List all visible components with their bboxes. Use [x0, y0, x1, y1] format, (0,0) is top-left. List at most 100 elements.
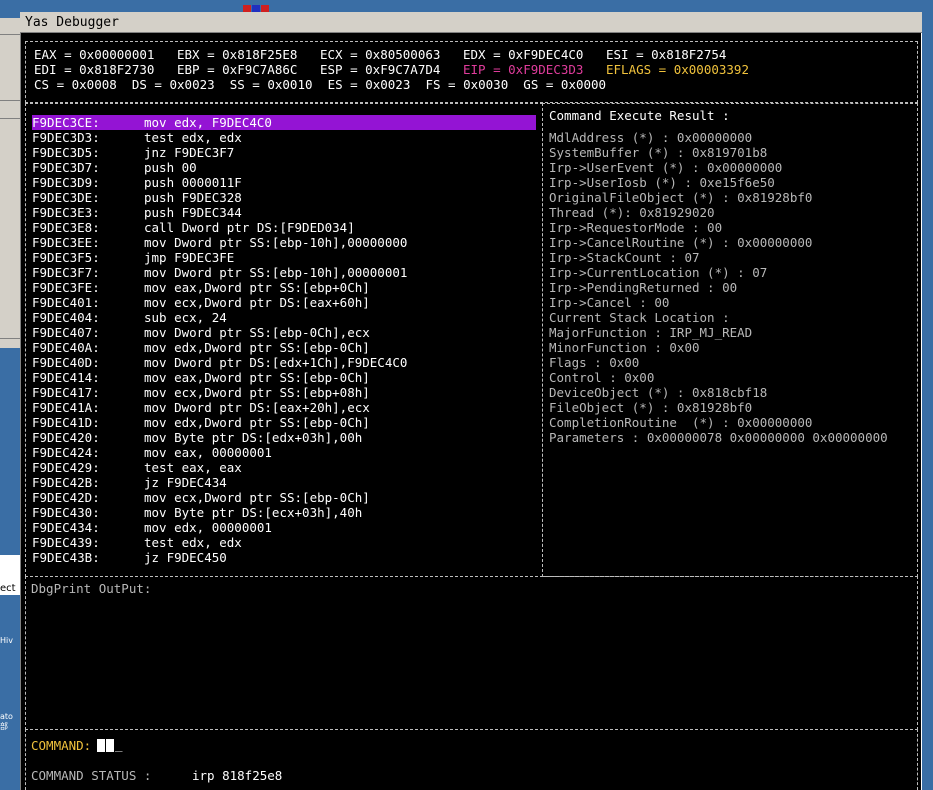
asm-address: F9DEC429: [32, 460, 100, 475]
register-eflags: EFLAGS = 0x00003392 [606, 62, 749, 77]
result-line: FileObject (*) : 0x81928bf0 [549, 400, 753, 415]
register-eip: EIP = 0xF9DEC3D3 [463, 62, 584, 77]
asm-row[interactable]: F9DEC429: test eax, eax [32, 460, 536, 475]
asm-row[interactable]: F9DEC430: mov Byte ptr DS:[ecx+03h],40h [32, 505, 536, 520]
asm-row[interactable]: F9DEC40D: mov Dword ptr DS:[edx+1Ch],F9DE… [32, 355, 536, 370]
asm-address: F9DEC3CE: [32, 115, 100, 130]
asm-instruction: mov edx, F9DEC4C0 [144, 115, 272, 130]
result-line: OriginalFileObject (*) : 0x81928bf0 [549, 190, 813, 205]
asm-row[interactable]: F9DEC41A: mov Dword ptr DS:[eax+20h],ecx [32, 400, 536, 415]
asm-row[interactable]: F9DEC3D7: push 00 [32, 160, 536, 175]
result-line: Irp->UserEvent (*) : 0x00000000 [549, 160, 783, 175]
asm-address: F9DEC40D: [32, 355, 100, 370]
asm-address: F9DEC41D: [32, 415, 100, 430]
asm-instruction: call Dword ptr DS:[F9DED034] [144, 220, 355, 235]
asm-row[interactable]: F9DEC43B: jz F9DEC450 [32, 550, 536, 565]
asm-row[interactable]: F9DEC420: mov Byte ptr DS:[edx+03h],00h [32, 430, 536, 445]
asm-row[interactable]: F9DEC401: mov ecx,Dword ptr DS:[eax+60h] [32, 295, 536, 310]
desktop-icon-label[interactable]: 部 [0, 722, 8, 731]
asm-address: F9DEC3DE: [32, 190, 100, 205]
asm-row[interactable]: F9DEC3E3: push F9DEC344 [32, 205, 536, 220]
dbgprint-panel[interactable]: DbgPrint OutPut: [25, 576, 918, 730]
disassembly-panel[interactable]: F9DEC3CE: mov edx, F9DEC4C0 F9DEC3D3: test … [25, 103, 543, 577]
asm-instruction: push F9DEC344 [144, 205, 242, 220]
register-ds: DS = 0x0023 [131, 77, 215, 92]
asm-instruction: mov ecx,Dword ptr SS:[ebp-0Ch] [144, 490, 370, 505]
result-line: Irp->Cancel : 00 [549, 295, 670, 310]
desktop-icon-label[interactable]: Hiv [0, 636, 13, 645]
asm-row[interactable]: F9DEC424: mov eax, 00000001 [32, 445, 536, 460]
asm-row[interactable]: F9DEC3E8: call Dword ptr DS:[F9DED034] [32, 220, 536, 235]
asm-instruction: push 0000011F [144, 175, 242, 190]
result-line: MdlAddress (*) : 0x00000000 [549, 130, 753, 145]
register-cs: CS = 0x0008 [34, 77, 117, 92]
asm-row[interactable]: F9DEC414: mov eax,Dword ptr SS:[ebp-0Ch] [32, 370, 536, 385]
asm-row[interactable]: F9DEC417: mov ecx,Dword ptr SS:[ebp+08h] [32, 385, 536, 400]
fragment-text: ect [0, 583, 16, 594]
asm-instruction: mov edx, 00000001 [144, 520, 272, 535]
result-line: Irp->PendingReturned : 00 [549, 280, 738, 295]
asm-address: F9DEC43B: [32, 550, 100, 565]
asm-address: F9DEC3E3: [32, 205, 100, 220]
asm-address: F9DEC434: [32, 520, 100, 535]
asm-address: F9DEC42D: [32, 490, 100, 505]
asm-address: F9DEC424: [32, 445, 100, 460]
asm-instruction: mov Dword ptr DS:[eax+20h],ecx [144, 400, 370, 415]
register-ecx: ECX = 0x80500063 [320, 47, 441, 62]
command-label: COMMAND: [31, 738, 92, 753]
register-line-2: EDI = 0x818F2730 EBP = 0xF9C7A86C ESP = … [34, 62, 749, 77]
asm-instruction: jz F9DEC434 [144, 475, 227, 490]
asm-instruction: mov Dword ptr SS:[ebp-10h],00000000 [144, 235, 408, 250]
asm-row[interactable]: F9DEC407: mov Dword ptr SS:[ebp-0Ch],ecx [32, 325, 536, 340]
asm-instruction: mov edx,Dword ptr SS:[ebp-0Ch] [144, 340, 370, 355]
asm-row[interactable]: F9DEC41D: mov edx,Dword ptr SS:[ebp-0Ch] [32, 415, 536, 430]
asm-row[interactable]: F9DEC404: sub ecx, 24 [32, 310, 536, 325]
asm-address: F9DEC3FE: [32, 280, 100, 295]
result-line: Irp->RequestorMode : 00 [549, 220, 723, 235]
asm-row[interactable]: F9DEC3D3: test edx, edx [32, 130, 536, 145]
asm-row[interactable]: F9DEC439: test edx, edx [32, 535, 536, 550]
asm-row[interactable]: F9DEC3D9: push 0000011F [32, 175, 536, 190]
asm-row[interactable]: F9DEC3EE: mov Dword ptr SS:[ebp-10h],0000… [32, 235, 536, 250]
command-status-label: COMMAND STATUS : [31, 768, 152, 783]
asm-instruction: mov eax,Dword ptr SS:[ebp-0Ch] [144, 370, 370, 385]
asm-row[interactable]: F9DEC40A: mov edx,Dword ptr SS:[ebp-0Ch] [32, 340, 536, 355]
taskbar-app-icon[interactable] [243, 0, 273, 15]
result-line: Irp->StackCount : 07 [549, 250, 700, 265]
asm-instruction: jnz F9DEC3F7 [144, 145, 235, 160]
asm-address: F9DEC401: [32, 295, 100, 310]
command-input[interactable]: _ [97, 737, 797, 753]
asm-row[interactable]: F9DEC3FE: mov eax,Dword ptr SS:[ebp+0Ch] [32, 280, 536, 295]
asm-row[interactable]: F9DEC3D5: jnz F9DEC3F7 [32, 145, 536, 160]
registers-panel: EAX = 0x00000001 EBX = 0x818F25E8 ECX = … [25, 41, 918, 103]
asm-address: F9DEC3E8: [32, 220, 100, 235]
asm-instruction: mov eax,Dword ptr SS:[ebp+0Ch] [144, 280, 370, 295]
result-line: Flags : 0x00 [549, 355, 640, 370]
asm-instruction: mov eax, 00000001 [144, 445, 272, 460]
input-glyph-box [97, 739, 105, 752]
asm-row[interactable]: F9DEC3DE: push F9DEC328 [32, 190, 536, 205]
register-ss: SS = 0x0010 [229, 77, 313, 92]
asm-instruction: mov ecx,Dword ptr SS:[ebp+08h] [144, 385, 370, 400]
asm-address: F9DEC3D3: [32, 130, 100, 145]
title-bar[interactable]: Yas Debugger [20, 12, 922, 33]
asm-row[interactable]: F9DEC434: mov edx, 00000001 [32, 520, 536, 535]
asm-instruction: mov Dword ptr SS:[ebp-0Ch],ecx [144, 325, 370, 340]
asm-row[interactable]: F9DEC42B: jz F9DEC434 [32, 475, 536, 490]
result-line: Irp->CurrentLocation (*) : 07 [549, 265, 768, 280]
asm-row[interactable]: F9DEC42D: mov ecx,Dword ptr SS:[ebp-0Ch] [32, 490, 536, 505]
desktop-icon-label[interactable]: ato [0, 712, 13, 721]
asm-address: F9DEC407: [32, 325, 100, 340]
background-window-fragment-lower: ect [0, 555, 22, 595]
asm-row[interactable]: F9DEC3F7: mov Dword ptr SS:[ebp-10h],0000… [32, 265, 536, 280]
asm-row[interactable]: F9DEC3F5: jmp F9DEC3FE [32, 250, 536, 265]
asm-row-selected[interactable]: F9DEC3CE: mov edx, F9DEC4C0 [32, 115, 536, 130]
register-edi: EDI = 0x818F2730 [34, 62, 155, 77]
command-status-value: irp 818f25e8 [192, 768, 283, 783]
debugger-client: EAX = 0x00000001 EBX = 0x818F25E8 ECX = … [20, 33, 922, 790]
result-line: Current Stack Location : [549, 310, 730, 325]
asm-instruction: sub ecx, 24 [144, 310, 227, 325]
register-fs: FS = 0x0030 [425, 77, 509, 92]
register-edx: EDX = 0xF9DEC4C0 [463, 47, 584, 62]
dbgprint-label: DbgPrint OutPut: [31, 581, 152, 596]
